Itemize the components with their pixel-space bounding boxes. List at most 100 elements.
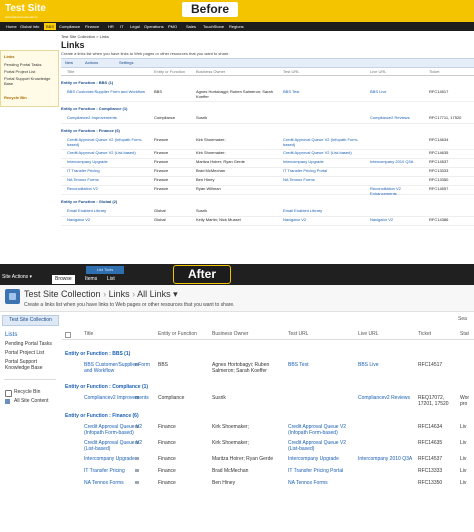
table-row[interactable]: NA Tennox Forms Finance Ben Hiney NA Tennox… (61, 177, 474, 186)
nav-item-bbs[interactable]: BBS (44, 23, 57, 30)
recycle-bin-link[interactable]: Recycle Bin (4, 95, 27, 100)
table-cell[interactable]: IT Transfer Pricing Portal (288, 468, 354, 474)
col-test-url[interactable]: Test URL (288, 331, 309, 337)
table-cell[interactable]: Compliancev2 Improvements (84, 395, 154, 401)
sidebar-item-pending-portal-tasks[interactable]: Pending Portal Tasks (4, 62, 42, 67)
list-title-link[interactable]: Links (109, 289, 130, 299)
col-entity[interactable]: Entity or Function (158, 331, 197, 337)
site-collection-button[interactable]: Test Site Collection (2, 315, 59, 326)
col-live-url[interactable]: Live URL (370, 69, 386, 74)
col-ticket[interactable]: Ticket (429, 69, 440, 74)
select-all-checkbox[interactable] (65, 332, 71, 338)
nav-item-finance[interactable]: Finance (83, 23, 101, 30)
nav-item-pmo[interactable]: PMO (166, 23, 179, 30)
table-row[interactable]: Compliancev2 Improvements Compliance Susri… (62, 395, 474, 407)
group-header[interactable]: Entity or Function : Global (2) (61, 199, 117, 204)
tab-browse[interactable]: Browse (52, 275, 75, 284)
table-cell[interactable]: Navigator V2 (283, 217, 365, 222)
all-site-content-link[interactable]: All Site Content (14, 398, 48, 404)
table-cell[interactable]: IT Transfer Pricing (84, 468, 154, 474)
view-selector[interactable]: All Links ▾ (137, 289, 178, 299)
nav-item-legal[interactable]: Legal (128, 23, 142, 30)
sidebar-item-portal-support-kb[interactable]: Portal Support Knowledge Base (4, 76, 56, 86)
settings-menu[interactable]: Settings (119, 60, 133, 65)
group-header[interactable]: Entity or Function : Compliance (1) (61, 106, 127, 111)
breadcrumb[interactable]: Test Site Collection > Links (61, 34, 109, 39)
nav-item-it[interactable]: IT (118, 23, 126, 30)
table-row[interactable]: NA Tennox Forms Finance Ben Hiney NA Tennox… (62, 480, 474, 490)
table-cell[interactable]: Intercompany Upgrade (288, 456, 354, 462)
table-cell[interactable]: Compliance2 Reviews (370, 115, 425, 120)
table-cell[interactable]: Email Enabled Library (67, 208, 149, 213)
table-cell[interactable]: Reconciliation V2 (67, 186, 149, 191)
tab-list[interactable]: List (104, 275, 118, 284)
tab-items[interactable]: Items (82, 275, 100, 284)
table-cell[interactable]: BBS Test (288, 362, 354, 368)
table-cell[interactable]: Intercompany Upgrade (283, 159, 365, 164)
nav-item-operations[interactable]: Operations (142, 23, 166, 30)
site-title-link[interactable]: Test Site Collection (24, 289, 101, 299)
table-cell[interactable]: BBS Live (358, 362, 414, 368)
table-cell[interactable]: Credit Approval Queue V2 (List-based) (67, 150, 149, 155)
table-row[interactable]: Credit Approval Queue V2 (List-based) Fin… (61, 150, 474, 159)
table-row[interactable]: Intercompany Upgrade Finance Maritza Hoire… (62, 456, 474, 466)
nav-item-global-info[interactable]: Global Info (18, 23, 41, 30)
nav-item-compliance[interactable]: Compliance (57, 23, 82, 30)
col-title[interactable]: Title (67, 69, 74, 74)
nav-item-touchstone[interactable]: TouchStone (201, 23, 226, 30)
site-title[interactable]: Test Site (5, 3, 46, 14)
nav-item-sales[interactable]: Sales (184, 23, 198, 30)
table-cell[interactable]: Navigator V2 (67, 217, 149, 222)
table-cell[interactable]: BBS Test (283, 89, 365, 94)
group-header[interactable]: Entity or Function : BBS (1) (61, 80, 113, 85)
table-row[interactable]: BBS Customer/Supplier Form and Workflow B… (62, 362, 474, 376)
search-label[interactable]: Sea (458, 316, 467, 322)
nav-item-home[interactable]: Home (4, 23, 19, 30)
table-row[interactable]: Email Enabled Library Global Susrik Email E… (61, 208, 474, 217)
table-cell[interactable]: Reconciliation V2 Enhancements (370, 186, 425, 196)
table-cell[interactable]: Credit Approval Queue V2 (Infopath Form-… (283, 137, 365, 147)
table-cell[interactable]: Credit Approval Queue V2 (Infopath Form-… (288, 424, 354, 436)
table-cell[interactable]: Credit Approval Queue V2 (List-based) (288, 440, 354, 452)
table-row[interactable]: Credit Approval Queue V2 (Infopath Form-… (62, 424, 474, 438)
table-cell[interactable]: BBS Live (370, 89, 425, 94)
table-cell[interactable]: Intercompany Upgrade (84, 456, 154, 462)
table-row[interactable]: BBS Customer/Supplier Form and Workflow B… (61, 89, 474, 102)
table-row[interactable]: Credit Approval Queue V2 (Infopath Form-… (61, 137, 474, 150)
table-row[interactable]: Intercompany Upgrade Finance Maritza Hoire… (61, 159, 474, 168)
table-row[interactable]: Navigator V2 Global Kelly Martin; Nick Mus… (61, 217, 474, 226)
table-cell[interactable]: IT Transfer Pricing Portal (283, 168, 365, 173)
col-owner[interactable]: Business Owner (212, 331, 248, 337)
table-row[interactable]: IT Transfer Pricing Finance Brad McMechan I… (62, 468, 474, 478)
table-cell[interactable]: NA Tennox Forms (283, 177, 365, 182)
group-header[interactable]: Entity or Function : Finance (6) (65, 413, 139, 419)
col-title[interactable]: Title (84, 331, 93, 337)
sidebar-item-portal-project-list[interactable]: Portal Project List (4, 69, 35, 74)
actions-menu[interactable]: Actions (85, 60, 98, 65)
table-cell[interactable]: BBS Customer/Supplier Form and Workflow (84, 362, 154, 374)
col-entity[interactable]: Entity or Function (154, 69, 185, 74)
table-cell[interactable]: Credit Approval Queue V2 (List-based) (84, 440, 154, 452)
sidebar-item-portal-support-kb[interactable]: Portal Support Knowledge Base (5, 359, 55, 371)
table-cell[interactable]: Credit Approval Queue V2 (List-based) (283, 150, 365, 155)
table-cell[interactable]: Compliance2 Improvements (67, 115, 149, 120)
table-cell[interactable]: Intercompany 2010 Q3A (370, 159, 425, 164)
table-row[interactable]: Credit Approval Queue V2 (List-based) Fin… (62, 440, 474, 454)
nav-item-hr[interactable]: HR (106, 23, 116, 30)
table-row[interactable]: IT Transfer Pricing Finance Brad McMechan I… (61, 168, 474, 177)
table-row[interactable]: Reconciliation V2 Finance Ryan Willman Reco… (61, 186, 474, 196)
table-cell[interactable]: Navigator V2 (370, 217, 425, 222)
table-cell[interactable]: Intercompany Upgrade (67, 159, 149, 164)
table-cell[interactable]: NA Tennox Forms (67, 177, 149, 182)
col-test-url[interactable]: Test URL (283, 69, 299, 74)
nav-item-regions[interactable]: Regions (227, 23, 246, 30)
table-cell[interactable]: Compliancev2 Reviews (358, 395, 414, 401)
group-header[interactable]: Entity or Function : Compliance (1) (65, 384, 148, 390)
col-owner[interactable]: Business Owner (196, 69, 225, 74)
sidebar-heading[interactable]: Links (4, 54, 14, 59)
table-row[interactable]: Compliance2 Improvements Compliance Susrik… (61, 115, 474, 124)
group-header[interactable]: Entity or Function : Finance (6) (61, 128, 120, 133)
table-cell[interactable]: Email Enabled Library (283, 208, 365, 213)
col-ticket[interactable]: Ticket (418, 331, 431, 337)
group-header[interactable]: Entity or Function : BBS (1) (65, 351, 130, 357)
